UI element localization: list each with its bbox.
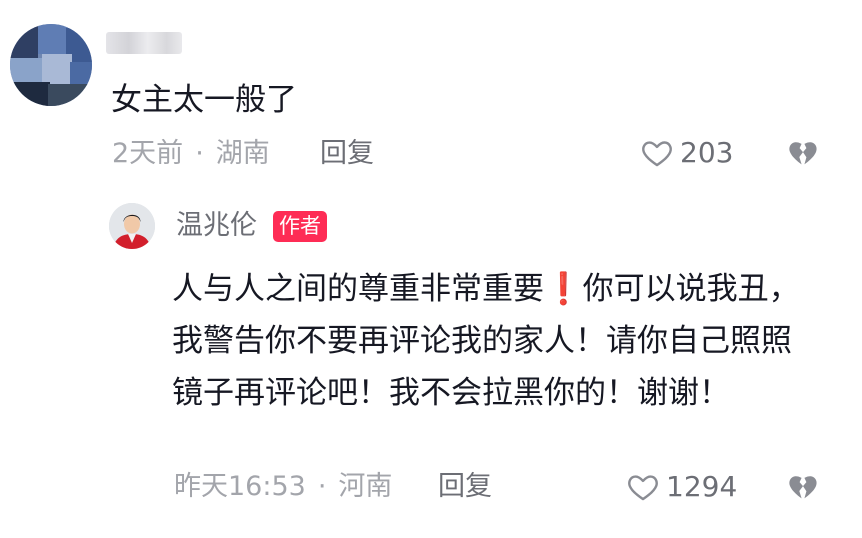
reply-time: 昨天16:53 bbox=[174, 471, 306, 502]
comment-time: 2天前 bbox=[112, 138, 184, 169]
exclamation-emoji-icon: ❗ bbox=[544, 271, 583, 307]
heart-outline-icon bbox=[642, 141, 672, 167]
broken-heart-icon bbox=[789, 476, 817, 499]
comment-meta: 2天前 · 湖南 bbox=[112, 137, 270, 171]
author-badge: 作者 bbox=[273, 211, 327, 242]
author-username[interactable]: 温兆伦 bbox=[176, 209, 257, 243]
reply-meta: 昨天16:53 · 河南 bbox=[174, 470, 392, 504]
heart-outline-icon bbox=[628, 475, 658, 501]
comment-location: 湖南 bbox=[215, 138, 270, 169]
comment-text: 女主太一般了 bbox=[111, 82, 297, 118]
commenter-avatar[interactable] bbox=[10, 24, 92, 106]
reply-text-part1: 人与人之间的尊重非常重要 bbox=[172, 271, 544, 307]
comment-dislike-button[interactable] bbox=[786, 136, 820, 174]
reply-location: 河南 bbox=[338, 471, 393, 502]
comment-like-count: 203 bbox=[680, 136, 734, 169]
author-portrait-icon bbox=[109, 203, 155, 249]
reply-dislike-button[interactable] bbox=[786, 470, 820, 508]
reply-like-count: 1294 bbox=[666, 470, 738, 503]
reply-text: 人与人之间的尊重非常重要❗你可以说我丑，我警告你不要再评论我的家人！请你自己照照… bbox=[172, 263, 812, 419]
reply-reply-button[interactable]: 回复 bbox=[438, 470, 492, 504]
broken-heart-icon bbox=[789, 142, 817, 165]
meta-separator: · bbox=[195, 138, 204, 169]
comment-reply-button[interactable]: 回复 bbox=[320, 137, 374, 171]
meta-separator: · bbox=[317, 471, 327, 502]
commenter-username-blurred bbox=[106, 32, 182, 54]
author-avatar[interactable] bbox=[109, 203, 155, 249]
comment-like-button[interactable]: 203 bbox=[640, 136, 733, 170]
reply-like-button[interactable]: 1294 bbox=[626, 470, 737, 504]
